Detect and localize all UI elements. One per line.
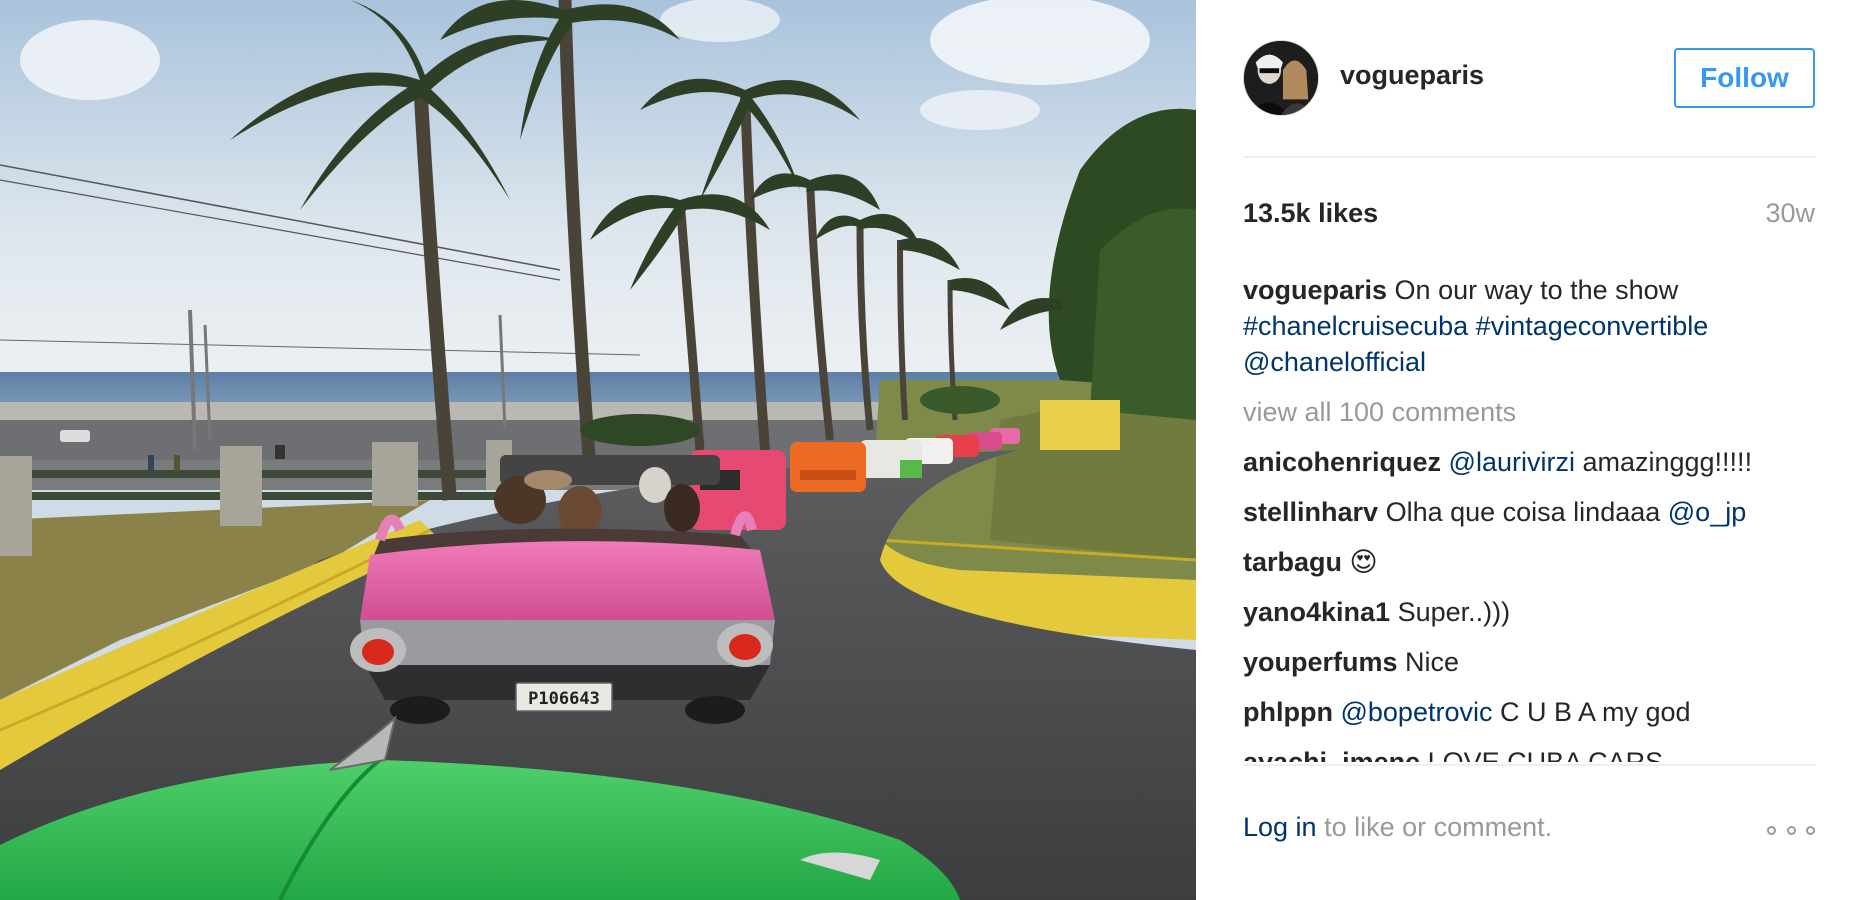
comment-username[interactable]: youperfums bbox=[1243, 647, 1398, 677]
post-photo[interactable]: P106643 bbox=[0, 0, 1196, 900]
comment-item: tarbagu 😍 bbox=[1243, 544, 1823, 580]
avatar[interactable] bbox=[1243, 40, 1319, 116]
header-divider bbox=[1243, 156, 1815, 158]
comment-item: youperfums Nice bbox=[1243, 644, 1823, 680]
dot bbox=[1806, 825, 1815, 835]
post-age[interactable]: 30w bbox=[1765, 198, 1815, 229]
view-all-comments-link[interactable]: view all 100 comments bbox=[1243, 394, 1823, 430]
comment-username[interactable]: ayachi_imene bbox=[1243, 747, 1420, 762]
heart-eyes-emoji: 😍 bbox=[1349, 547, 1378, 577]
comment-item: ayachi_imene LOVE CUBA CARS bbox=[1243, 744, 1823, 762]
caption-text: On our way to the show bbox=[1387, 275, 1679, 305]
mention-link[interactable]: @chanelofficial bbox=[1243, 347, 1426, 377]
comment-username[interactable]: anicohenriquez bbox=[1243, 447, 1441, 477]
follow-button[interactable]: Follow bbox=[1674, 48, 1815, 108]
license-plate: P106643 bbox=[528, 689, 600, 709]
photo-illustration: P106643 bbox=[0, 0, 1196, 900]
comment-username[interactable]: tarbagu bbox=[1243, 547, 1342, 577]
post-header: vogueparis Follow bbox=[1243, 40, 1815, 116]
comment-username[interactable]: yano4kina1 bbox=[1243, 597, 1390, 627]
comment-text: LOVE CUBA CARS bbox=[1420, 747, 1664, 762]
comment-text: Olha que coisa lindaaa bbox=[1378, 497, 1668, 527]
comment-text: C U B A my god bbox=[1492, 697, 1691, 727]
comment-item: stellinharv Olha que coisa lindaaa @o_jp bbox=[1243, 494, 1823, 530]
avatar-image bbox=[1244, 41, 1318, 115]
comment-text: Super..))) bbox=[1390, 597, 1511, 627]
footer-divider bbox=[1243, 764, 1815, 766]
likes-count[interactable]: 13.5k likes bbox=[1243, 198, 1378, 229]
mention-link[interactable]: @o_jp bbox=[1668, 497, 1746, 527]
post-sidebar: vogueparis Follow 13.5k likes 30w voguep… bbox=[1196, 0, 1868, 900]
dot bbox=[1767, 825, 1776, 835]
caption-username[interactable]: vogueparis bbox=[1243, 275, 1387, 305]
post-username[interactable]: vogueparis bbox=[1340, 60, 1484, 91]
more-options-icon[interactable] bbox=[1767, 822, 1815, 838]
comments-section[interactable]: vogueparis On our way to the show #chane… bbox=[1243, 272, 1823, 762]
login-suffix: to like or comment. bbox=[1316, 812, 1553, 842]
comment-item: yano4kina1 Super..))) bbox=[1243, 594, 1823, 630]
hashtag-link[interactable]: #vintageconvertible bbox=[1476, 311, 1709, 341]
comment-item: anicohenriquez @laurivirzi amazinggg!!!!… bbox=[1243, 444, 1823, 480]
comment-username[interactable]: stellinharv bbox=[1243, 497, 1378, 527]
mention-link[interactable]: @laurivirzi bbox=[1449, 447, 1575, 477]
hashtag-link[interactable]: #chanelcruisecuba bbox=[1243, 311, 1468, 341]
comment-username[interactable]: phlppn bbox=[1243, 697, 1333, 727]
comment-text: Nice bbox=[1397, 647, 1460, 677]
comment-item: phlppn @bopetrovic C U B A my god bbox=[1243, 694, 1823, 730]
login-link[interactable]: Log in bbox=[1243, 812, 1317, 842]
login-bar: Log in to like or comment. bbox=[1243, 812, 1815, 852]
mention-link[interactable]: @bopetrovic bbox=[1340, 697, 1492, 727]
login-prompt: Log in to like or comment. bbox=[1243, 812, 1552, 842]
comment-text: amazinggg!!!!! bbox=[1574, 447, 1753, 477]
post-caption: vogueparis On our way to the show #chane… bbox=[1243, 272, 1823, 380]
dot bbox=[1786, 825, 1796, 835]
